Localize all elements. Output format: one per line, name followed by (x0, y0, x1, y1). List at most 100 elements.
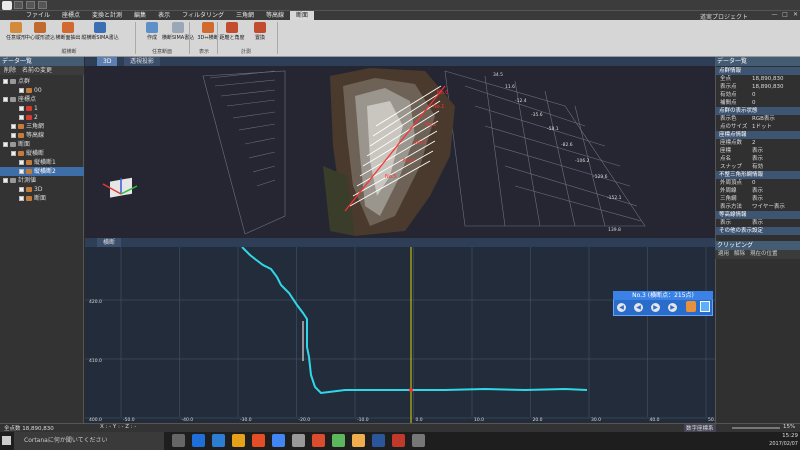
taskbar-app-icon[interactable] (252, 434, 265, 447)
taskbar-app-icon[interactable] (172, 434, 185, 447)
ribbon-button-1[interactable]: 中心縦形読込 (25, 22, 55, 46)
tree-item[interactable]: 三角網 (0, 122, 84, 131)
visibility-checkbox[interactable] (19, 115, 24, 120)
maximize-icon[interactable]: □ (781, 11, 790, 20)
taskbar-app-icon[interactable] (292, 434, 305, 447)
tree-item[interactable]: 縦横断1 (0, 158, 84, 167)
ribbon-button-5[interactable]: 横断SIMA書込 (162, 22, 194, 46)
visibility-checkbox[interactable] (11, 133, 16, 138)
property-value[interactable]: 表示 (752, 155, 800, 163)
tree-item[interactable]: 点群 (0, 77, 84, 86)
ribbon-button-8[interactable]: 置換 (248, 22, 272, 46)
menu-item-4[interactable]: 表示 (152, 11, 176, 20)
tree-item[interactable]: 座標点 (0, 95, 84, 104)
property-value[interactable]: 表示 (752, 147, 800, 155)
clip-clear-button[interactable]: 解除 (734, 250, 745, 259)
taskbar-app-icon[interactable] (312, 434, 325, 447)
menu-item-3[interactable]: 編集 (128, 11, 152, 20)
menu-item-5[interactable]: フィルタリング (176, 11, 230, 20)
taskbar-app-icon[interactable] (192, 434, 205, 447)
visibility-checkbox[interactable] (19, 196, 24, 201)
taskbar-app-icon[interactable] (412, 434, 425, 447)
property-value[interactable]: 表示 (752, 187, 800, 195)
taskbar-app-icon[interactable] (392, 434, 405, 447)
menu-item-2[interactable]: 変換と計測 (86, 11, 128, 20)
menu-item-7[interactable]: 等高線 (260, 11, 290, 20)
grid-toggle-icon[interactable] (700, 301, 710, 312)
menu-item-6[interactable]: 三角網 (230, 11, 260, 20)
menu-item-1[interactable]: 座標点 (56, 11, 86, 20)
taskbar-app-icon[interactable] (352, 434, 365, 447)
property-value[interactable]: 18,890,830 (752, 75, 800, 83)
tab-cross-section[interactable]: 横断 (97, 238, 122, 247)
undo-icon[interactable] (26, 1, 35, 9)
coordinate-system[interactable]: 数字座標系 (684, 424, 716, 432)
next-section-button[interactable]: ▶ (651, 303, 660, 312)
property-value[interactable]: 18,890,830 (752, 83, 800, 91)
last-section-button[interactable]: ▶ (668, 303, 677, 312)
visibility-checkbox[interactable] (11, 151, 16, 156)
taskbar-app-icon[interactable] (332, 434, 345, 447)
property-section-header[interactable]: その他の表示設定 (716, 227, 800, 235)
tree-item[interactable]: 計測値 (0, 176, 84, 185)
tree-item[interactable]: 2 (0, 113, 84, 122)
ribbon-button-3[interactable]: 縦横断SIMA書込 (81, 22, 119, 46)
tree-item[interactable]: 等高線 (0, 131, 84, 140)
tree-item[interactable]: 1 (0, 104, 84, 113)
visibility-checkbox[interactable] (3, 142, 8, 147)
property-value[interactable]: 2 (752, 139, 800, 147)
save-icon[interactable] (14, 1, 23, 9)
delete-button[interactable]: 削除 (4, 66, 16, 75)
tab-perspective[interactable]: 透視投影 (124, 57, 161, 66)
visibility-checkbox[interactable] (3, 79, 8, 84)
visibility-checkbox[interactable] (11, 124, 16, 129)
visibility-checkbox[interactable] (19, 187, 24, 192)
visibility-checkbox[interactable] (19, 160, 24, 165)
visibility-checkbox[interactable] (19, 106, 24, 111)
tree-item[interactable]: 断面 (0, 194, 84, 203)
menu-item-0[interactable]: ファイル (20, 11, 56, 20)
tree-item[interactable]: 断面 (0, 140, 84, 149)
property-value[interactable]: 0 (752, 91, 800, 99)
tab-3d[interactable]: 3D (97, 57, 118, 66)
taskbar-app-icon[interactable] (372, 434, 385, 447)
tree-item[interactable]: 3D (0, 185, 84, 194)
property-section-header[interactable]: 点群の表示状態 (716, 107, 800, 115)
close-icon[interactable]: ✕ (791, 11, 800, 20)
visibility-checkbox[interactable] (3, 97, 8, 102)
property-value[interactable]: 表示 (752, 219, 800, 227)
visibility-checkbox[interactable] (19, 88, 24, 93)
taskbar-app-icon[interactable] (272, 434, 285, 447)
clip-apply-button[interactable]: 適用 (718, 250, 729, 259)
ribbon-button-7[interactable]: 距離と角度 (220, 22, 245, 46)
redo-icon[interactable] (38, 1, 47, 9)
first-section-button[interactable]: ◀ (617, 303, 626, 312)
property-value[interactable]: 有効 (752, 163, 800, 171)
taskbar-app-icon[interactable] (212, 434, 225, 447)
minimize-icon[interactable]: — (770, 11, 779, 20)
taskbar-app-icon[interactable] (232, 434, 245, 447)
property-section-header[interactable]: 不整三角形網情報 (716, 171, 800, 179)
app-logo-icon[interactable] (2, 1, 12, 10)
rename-button[interactable]: 名前の変更 (22, 66, 52, 75)
property-section-header[interactable]: 座標点情報 (716, 131, 800, 139)
tree-item[interactable]: 00 (0, 86, 84, 95)
property-value[interactable]: RGB表示 (752, 115, 800, 123)
property-section-header[interactable]: 点群情報 (716, 67, 800, 75)
property-value[interactable]: 0 (752, 99, 800, 107)
zoom-slider[interactable] (732, 427, 780, 429)
section-tool-icon[interactable] (686, 301, 696, 312)
tree-item[interactable]: 縦横断2 (0, 167, 84, 176)
profile-viewport[interactable]: -50.0 -40.0 -30.0 -20.0 -10.0 0.0 10.0 20.0 30.0… (85, 246, 718, 423)
tree-item[interactable]: 縦横断 (0, 149, 84, 158)
visibility-checkbox[interactable] (3, 178, 8, 183)
ribbon-button-2[interactable]: 横断面抽出 (56, 22, 81, 46)
property-value[interactable]: 1ドット (752, 123, 800, 131)
3d-viewport[interactable]: No.5 No.4 No.3 No.2 No.1 No.0 34.5 11.6 -12.4-… (85, 66, 715, 238)
clip-current-button[interactable]: 現在の位置 (750, 250, 778, 259)
property-value[interactable]: ワイヤー表示 (752, 203, 800, 211)
axis-gizmo-icon[interactable] (102, 177, 138, 198)
property-value[interactable]: 表示 (752, 195, 800, 203)
windows-start-icon[interactable] (2, 436, 11, 445)
prev-section-button[interactable]: ◀ (634, 303, 643, 312)
